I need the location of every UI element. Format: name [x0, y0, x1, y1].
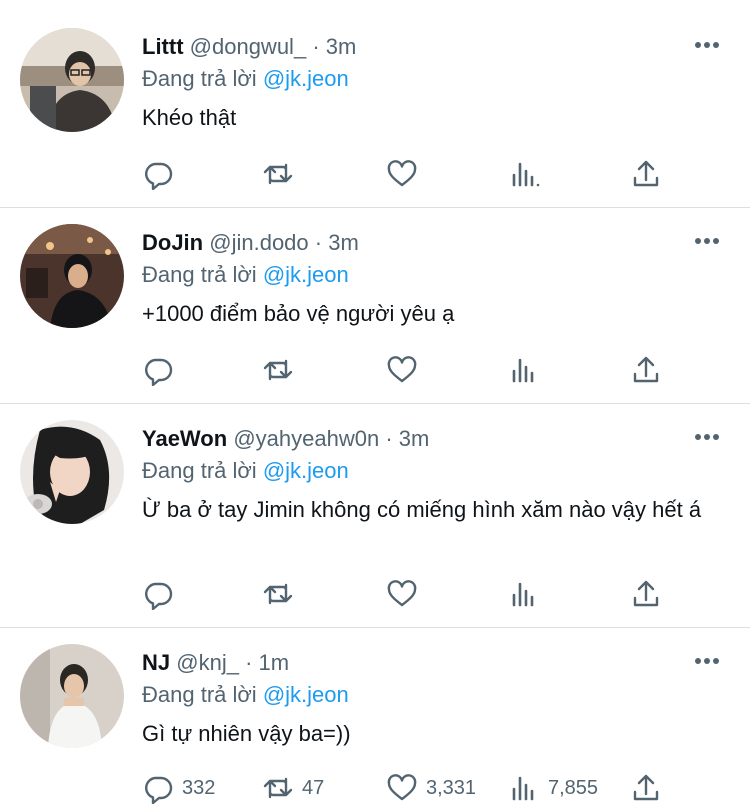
retweet-icon: [263, 583, 293, 605]
separator-dot: ·: [312, 34, 320, 59]
share-button[interactable]: [630, 578, 662, 610]
tweet[interactable]: Littt @dongwul_ · 3m Đang trả lời @jk.je…: [0, 0, 750, 208]
like-button[interactable]: [386, 354, 426, 386]
like-button[interactable]: 3,331: [386, 772, 476, 804]
reply-icon: [145, 776, 173, 804]
replying-to: Đang trả lời @jk.jeon: [142, 680, 349, 710]
avatar[interactable]: [20, 224, 124, 328]
user-handle[interactable]: @dongwul_: [190, 34, 307, 59]
separator-dot: ·: [385, 426, 393, 451]
retweet-icon: [263, 359, 293, 381]
reply-button[interactable]: [142, 158, 182, 190]
timestamp[interactable]: 3m: [399, 426, 430, 451]
mention-link[interactable]: @jk.jeon: [263, 682, 349, 707]
tweet-header: Littt @dongwul_ · 3m: [142, 32, 356, 62]
like-count: 3,331: [426, 776, 477, 799]
tweet-text: +1000 điểm bảo vệ người yêu ạ: [142, 301, 455, 326]
mention-link[interactable]: @jk.jeon: [263, 458, 349, 483]
tweet[interactable]: DoJin @jin.dodo · 3m Đang trả lời @jk.je…: [0, 208, 750, 404]
display-name[interactable]: YaeWon: [142, 426, 227, 451]
views-button[interactable]: 7,855: [508, 772, 598, 804]
share-button[interactable]: [630, 354, 662, 386]
like-icon: [387, 774, 417, 801]
reply-icon: [145, 162, 173, 190]
tweet-text: Gì tự nhiên vậy ba=)): [142, 721, 351, 746]
more-icon[interactable]: [694, 432, 720, 442]
share-icon: [633, 580, 659, 607]
share-icon: [633, 774, 659, 801]
like-icon: [387, 356, 417, 383]
display-name[interactable]: DoJin: [142, 230, 203, 255]
user-handle[interactable]: @yahyeahw0n: [233, 426, 379, 451]
user-handle[interactable]: @knj_: [176, 650, 239, 675]
avatar[interactable]: [20, 28, 124, 132]
views-button[interactable]: [508, 578, 548, 610]
avatar[interactable]: [20, 644, 124, 748]
replying-to-label: Đang trả lời: [142, 66, 257, 91]
replying-to: Đang trả lời @jk.jeon: [142, 456, 349, 486]
separator-dot: ·: [245, 650, 253, 675]
share-button[interactable]: [630, 772, 662, 804]
retweet-icon: [263, 777, 293, 799]
separator-dot: ·: [314, 230, 323, 255]
retweet-button[interactable]: 47: [262, 772, 324, 804]
views-icon: [512, 776, 534, 801]
timestamp[interactable]: 1m: [259, 650, 290, 675]
more-icon[interactable]: [694, 656, 720, 666]
retweet-button[interactable]: [262, 158, 302, 190]
tweet-header: DoJin @jin.dodo · 3m: [142, 228, 359, 258]
like-icon: [387, 160, 417, 187]
views-count: 7,855: [548, 776, 599, 799]
more-icon[interactable]: [694, 40, 720, 50]
retweet-button[interactable]: [262, 578, 302, 610]
share-button[interactable]: [630, 158, 662, 190]
reply-button[interactable]: 332: [142, 772, 215, 804]
views-icon: [512, 358, 534, 383]
tweet-header: NJ @knj_ · 1m: [142, 648, 289, 678]
avatar[interactable]: [20, 420, 124, 524]
tweet[interactable]: NJ @knj_ · 1m Đang trả lời @jk.jeon Gì t…: [0, 628, 750, 809]
views-button[interactable]: [508, 158, 548, 190]
replying-to-label: Đang trả lời: [142, 682, 257, 707]
reply-count: 332: [182, 776, 216, 799]
share-icon: [633, 356, 659, 383]
replying-to-label: Đang trả lời: [142, 262, 257, 287]
user-handle[interactable]: @jin.dodo: [209, 230, 308, 255]
tweet-text: Khéo thật: [142, 105, 237, 130]
replying-to: Đang trả lời @jk.jeon: [142, 260, 349, 290]
mention-link[interactable]: @jk.jeon: [263, 66, 349, 91]
retweet-count: 47: [302, 776, 325, 799]
views-icon: [512, 582, 534, 607]
display-name[interactable]: Littt: [142, 34, 184, 59]
tweet-text: Ừ ba ở tay Jimin không có miếng hình xăm…: [142, 497, 702, 522]
views-button[interactable]: [508, 354, 548, 386]
display-name[interactable]: NJ: [142, 650, 170, 675]
reply-button[interactable]: [142, 578, 182, 610]
replying-to: Đang trả lời @jk.jeon: [142, 64, 349, 94]
replying-to-label: Đang trả lời: [142, 458, 257, 483]
more-icon[interactable]: [694, 236, 720, 246]
like-icon: [387, 580, 417, 607]
like-button[interactable]: [386, 158, 426, 190]
timestamp[interactable]: 3m: [326, 34, 357, 59]
views-icon: [512, 162, 540, 187]
like-button[interactable]: [386, 578, 426, 610]
timestamp[interactable]: 3m: [328, 230, 359, 255]
reply-icon: [145, 582, 173, 610]
reply-icon: [145, 358, 173, 386]
retweet-button[interactable]: [262, 354, 302, 386]
tweet[interactable]: YaeWon @yahyeahw0n · 3m Đang trả lời @jk…: [0, 404, 750, 628]
share-icon: [633, 160, 659, 187]
retweet-icon: [263, 163, 293, 185]
mention-link[interactable]: @jk.jeon: [263, 262, 349, 287]
tweet-header: YaeWon @yahyeahw0n · 3m: [142, 424, 429, 454]
reply-button[interactable]: [142, 354, 182, 386]
